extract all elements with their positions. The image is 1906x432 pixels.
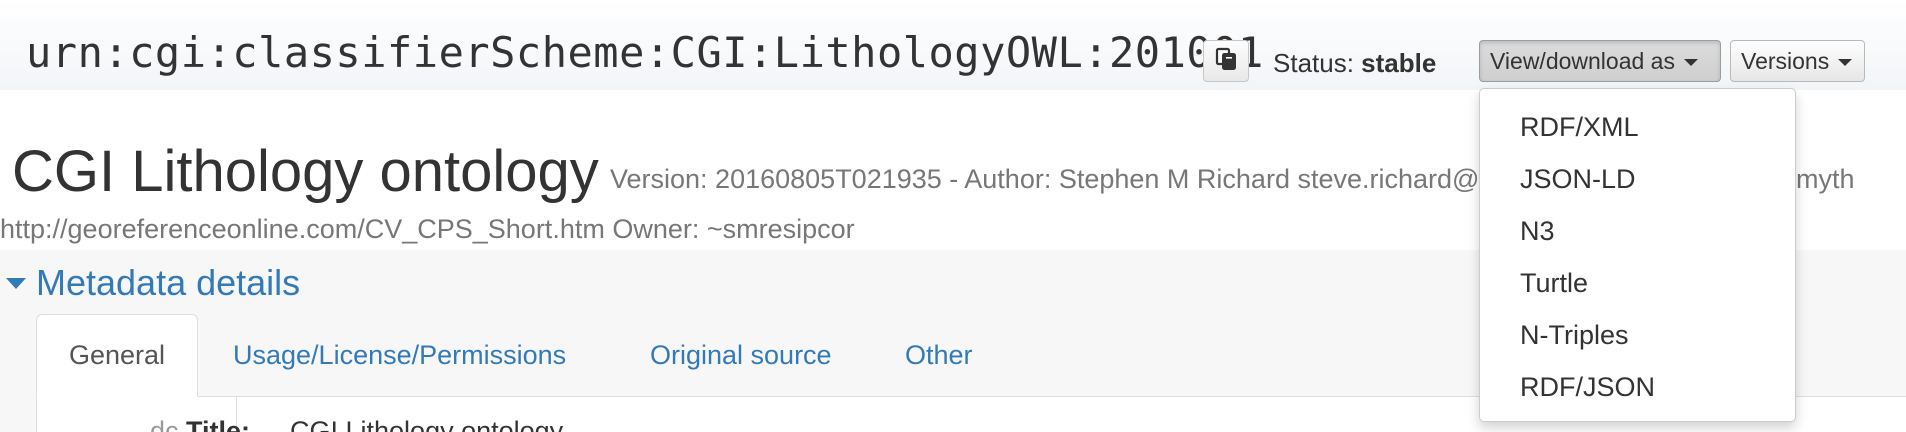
tab-other[interactable]: Other bbox=[905, 314, 973, 396]
metadata-details-toggle[interactable]: Metadata details bbox=[6, 262, 300, 304]
page-title: CGI Lithology ontology bbox=[12, 139, 599, 204]
tab-usage-license-permissions[interactable]: Usage/License/Permissions bbox=[233, 314, 566, 396]
header-bar: urn:cgi:classifierScheme:CGI:LithologyOW… bbox=[0, 0, 1906, 90]
view-download-label: View/download as bbox=[1490, 47, 1675, 74]
menu-item-json-ld[interactable]: JSON-LD bbox=[1520, 164, 1636, 195]
caret-down-icon bbox=[1838, 59, 1853, 66]
menu-item-turtle[interactable]: Turtle bbox=[1520, 268, 1588, 299]
menu-item-rdf-xml[interactable]: RDF/XML bbox=[1520, 112, 1639, 143]
versions-label: Versions bbox=[1741, 47, 1830, 74]
versions-button[interactable]: Versions bbox=[1730, 40, 1865, 82]
tab-general[interactable]: General bbox=[36, 314, 198, 397]
copy-urn-button[interactable] bbox=[1203, 40, 1249, 82]
menu-item-n-triples[interactable]: N-Triples bbox=[1520, 320, 1629, 351]
metadata-details-label: Metadata details bbox=[36, 262, 301, 303]
view-download-button[interactable]: View/download as bbox=[1479, 40, 1721, 82]
view-download-menu: RDF/XML JSON-LD N3 Turtle N-Triples RDF/… bbox=[1479, 88, 1796, 422]
title-field-value: CGI Lithology ontology bbox=[290, 416, 564, 432]
copy-icon bbox=[1215, 47, 1237, 76]
version-author-line: Version: 20160805T021935 - Author: Steph… bbox=[610, 164, 1480, 194]
version-author-line-tail: myth bbox=[1796, 164, 1855, 194]
tab-original-source[interactable]: Original source bbox=[650, 314, 832, 396]
page: urn:cgi:classifierScheme:CGI:LithologyOW… bbox=[0, 0, 1906, 432]
source-owner-line: http://georeferenceonline.com/CV_CPS_Sho… bbox=[0, 214, 855, 244]
menu-item-n3[interactable]: N3 bbox=[1520, 216, 1555, 247]
triangle-down-icon bbox=[6, 277, 26, 289]
status-value: stable bbox=[1361, 48, 1437, 78]
status-indicator: Status: stable bbox=[1273, 48, 1436, 79]
title-field-prefix: dc bbox=[150, 416, 179, 432]
status-label: Status: bbox=[1273, 48, 1354, 78]
menu-item-rdf-json[interactable]: RDF/JSON bbox=[1520, 372, 1655, 403]
resource-urn: urn:cgi:classifierScheme:CGI:LithologyOW… bbox=[26, 28, 1264, 77]
title-field-label: dc Title: bbox=[150, 416, 250, 432]
caret-down-icon bbox=[1683, 59, 1698, 66]
title-field-name: Title: bbox=[186, 416, 251, 432]
